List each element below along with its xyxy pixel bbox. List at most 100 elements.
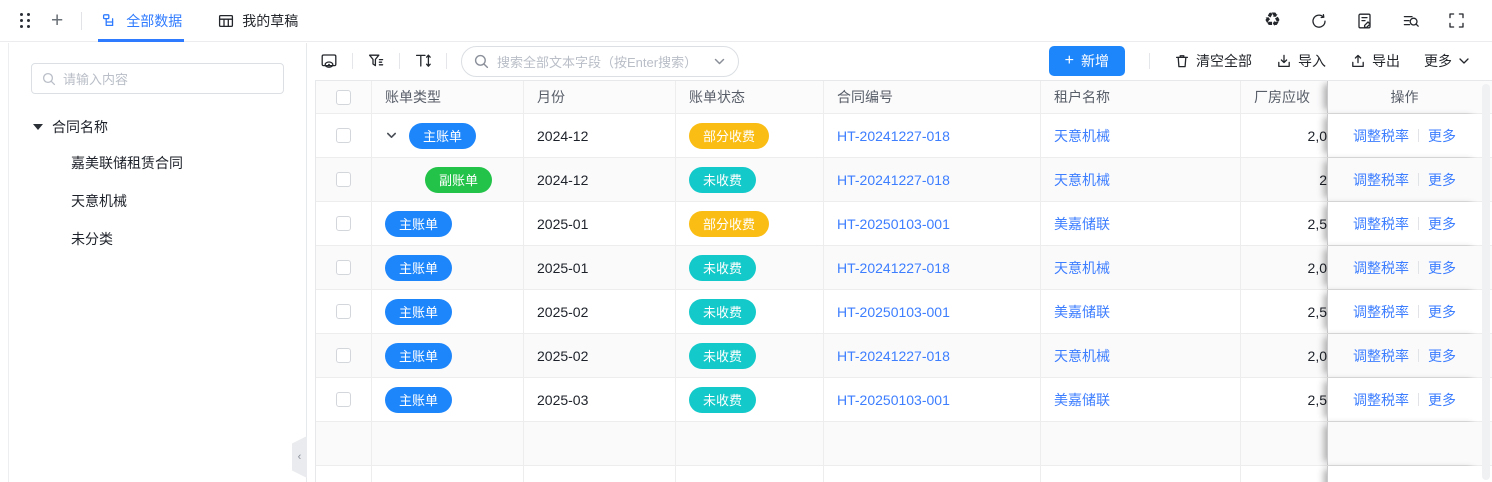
- expand-chevron-icon[interactable]: [385, 129, 398, 142]
- row-height-icon[interactable]: [412, 50, 434, 72]
- row-more-link[interactable]: 更多: [1428, 302, 1456, 322]
- row-checkbox[interactable]: [336, 260, 351, 275]
- table-body: 主账单 2024-12 部分收费 HT-20241227-018 天意机械 2,…: [316, 114, 1492, 482]
- tenant-link[interactable]: 天意机械: [1054, 126, 1110, 146]
- caret-down-icon[interactable]: [33, 124, 43, 130]
- adjust-tax-rate-link[interactable]: 调整税率: [1353, 170, 1409, 190]
- tab-all-data[interactable]: 全部数据: [100, 0, 182, 42]
- receivable-cell: 2,5: [1241, 290, 1327, 333]
- tenant-link[interactable]: 美嘉储联: [1054, 390, 1110, 410]
- filter-icon[interactable]: [365, 50, 387, 72]
- row-more-link[interactable]: 更多: [1428, 346, 1456, 366]
- header-tenant-name[interactable]: 租户名称: [1041, 81, 1241, 113]
- adjust-tax-rate-link[interactable]: 调整税率: [1353, 390, 1409, 410]
- row-checkbox[interactable]: [336, 304, 351, 319]
- contract-link[interactable]: HT-20250103-001: [837, 392, 950, 408]
- receivable-cell: 2: [1241, 158, 1327, 201]
- contract-link[interactable]: HT-20241227-018: [837, 348, 950, 364]
- bill-type-cell: 主账单: [372, 202, 524, 245]
- bill-status-cell: 未收费: [676, 158, 824, 201]
- tab-my-drafts[interactable]: 我的草稿: [216, 0, 298, 42]
- field-visibility-icon[interactable]: [318, 50, 340, 72]
- table-toolbar: 搜索全部文本字段（按Enter搜索） + 新增 清空全部: [307, 42, 1492, 80]
- header-bill-status[interactable]: 账单状态: [676, 81, 824, 113]
- toolbar-right-actions: + 新增 清空全部 导入: [1049, 46, 1470, 76]
- row-more-link[interactable]: 更多: [1428, 170, 1456, 190]
- tenant-cell: 美嘉储联: [1041, 378, 1241, 421]
- contract-link[interactable]: HT-20241227-018: [837, 260, 950, 276]
- row-checkbox[interactable]: [336, 392, 351, 407]
- row-more-link[interactable]: 更多: [1428, 258, 1456, 278]
- contract-no-cell: HT-20250103-001: [824, 202, 1041, 245]
- app-grid-drag-icon[interactable]: [20, 13, 31, 28]
- plus-icon: +: [1065, 53, 1074, 69]
- adjust-tax-rate-link[interactable]: 调整税率: [1353, 346, 1409, 366]
- tenant-cell: [1041, 466, 1241, 482]
- header-bill-type[interactable]: 账单类型: [372, 81, 524, 113]
- month-cell: [524, 466, 676, 482]
- search-icon: [474, 54, 489, 69]
- header-receivable[interactable]: 厂房应收: [1241, 81, 1327, 113]
- record-log-icon[interactable]: [1355, 11, 1374, 30]
- export-button[interactable]: 导出: [1350, 51, 1400, 71]
- export-label: 导出: [1372, 51, 1400, 71]
- contract-link[interactable]: HT-20241227-018: [837, 172, 950, 188]
- tree-item[interactable]: 天意机械: [9, 182, 306, 220]
- month-cell: 2025-02: [524, 334, 676, 377]
- bill-type-badge: 主账单: [385, 211, 452, 237]
- month-cell: 2024-12: [524, 114, 676, 157]
- table-header-row: 账单类型 月份 账单状态 合同编号 租户名称 厂房应收 操作: [316, 81, 1492, 114]
- row-more-link[interactable]: 更多: [1428, 214, 1456, 234]
- vertical-scrollbar[interactable]: [1482, 84, 1490, 480]
- contract-link[interactable]: HT-20250103-001: [837, 216, 950, 232]
- bill-status-cell: 未收费: [676, 378, 824, 421]
- bill-status-badge: 未收费: [689, 299, 756, 325]
- row-checkbox[interactable]: [336, 348, 351, 363]
- adjust-tax-rate-link[interactable]: 调整税率: [1353, 214, 1409, 234]
- tree-item[interactable]: 未分类: [9, 220, 306, 258]
- contract-link[interactable]: HT-20241227-018: [837, 128, 950, 144]
- tenant-link[interactable]: 美嘉储联: [1054, 214, 1110, 234]
- chevron-down-icon[interactable]: [713, 55, 726, 68]
- tree-node-contract-name[interactable]: 合同名称: [9, 110, 306, 144]
- row-select-cell: [316, 246, 372, 289]
- tenant-link[interactable]: 天意机械: [1054, 258, 1110, 278]
- add-tab-icon[interactable]: +: [51, 10, 63, 31]
- add-record-button[interactable]: + 新增: [1049, 46, 1125, 76]
- row-more-link[interactable]: 更多: [1428, 390, 1456, 410]
- tree-item[interactable]: 嘉美联储租赁合同: [9, 144, 306, 182]
- empty-table-row: [316, 422, 1492, 466]
- app-window: + 全部数据 我的草稿: [0, 0, 1492, 482]
- tenant-link[interactable]: 天意机械: [1054, 170, 1110, 190]
- contract-no-cell: HT-20250103-001: [824, 378, 1041, 421]
- row-checkbox[interactable]: [336, 172, 351, 187]
- table-search-input[interactable]: 搜索全部文本字段（按Enter搜索）: [461, 46, 739, 77]
- fullscreen-icon[interactable]: [1447, 11, 1466, 30]
- bill-status-cell: [676, 422, 824, 465]
- select-all-checkbox[interactable]: [336, 90, 351, 105]
- row-checkbox[interactable]: [336, 128, 351, 143]
- tenant-link[interactable]: 美嘉储联: [1054, 302, 1110, 322]
- receivable-cell: 2,5: [1241, 202, 1327, 245]
- sidebar-search-input[interactable]: 请输入内容: [31, 63, 284, 94]
- data-search-icon[interactable]: [1401, 11, 1420, 30]
- bill-type-cell: 主账单: [372, 290, 524, 333]
- adjust-tax-rate-link[interactable]: 调整税率: [1353, 302, 1409, 322]
- refresh-icon[interactable]: [1309, 11, 1328, 30]
- import-button[interactable]: 导入: [1276, 51, 1326, 71]
- adjust-tax-rate-link[interactable]: 调整税率: [1353, 126, 1409, 146]
- tenant-link[interactable]: 天意机械: [1054, 346, 1110, 366]
- contract-link[interactable]: HT-20250103-001: [837, 304, 950, 320]
- divider: [1418, 173, 1419, 186]
- header-month[interactable]: 月份: [524, 81, 676, 113]
- tenant-cell: 美嘉储联: [1041, 290, 1241, 333]
- row-more-link[interactable]: 更多: [1428, 126, 1456, 146]
- more-button[interactable]: 更多: [1424, 51, 1470, 71]
- header-contract-no[interactable]: 合同编号: [824, 81, 1041, 113]
- topbar-actions: ♻: [1263, 11, 1466, 30]
- row-checkbox[interactable]: [336, 216, 351, 231]
- adjust-tax-rate-link[interactable]: 调整税率: [1353, 258, 1409, 278]
- import-label: 导入: [1298, 51, 1326, 71]
- recycle-bin-icon[interactable]: ♻: [1263, 11, 1282, 30]
- clear-all-button[interactable]: 清空全部: [1174, 51, 1252, 71]
